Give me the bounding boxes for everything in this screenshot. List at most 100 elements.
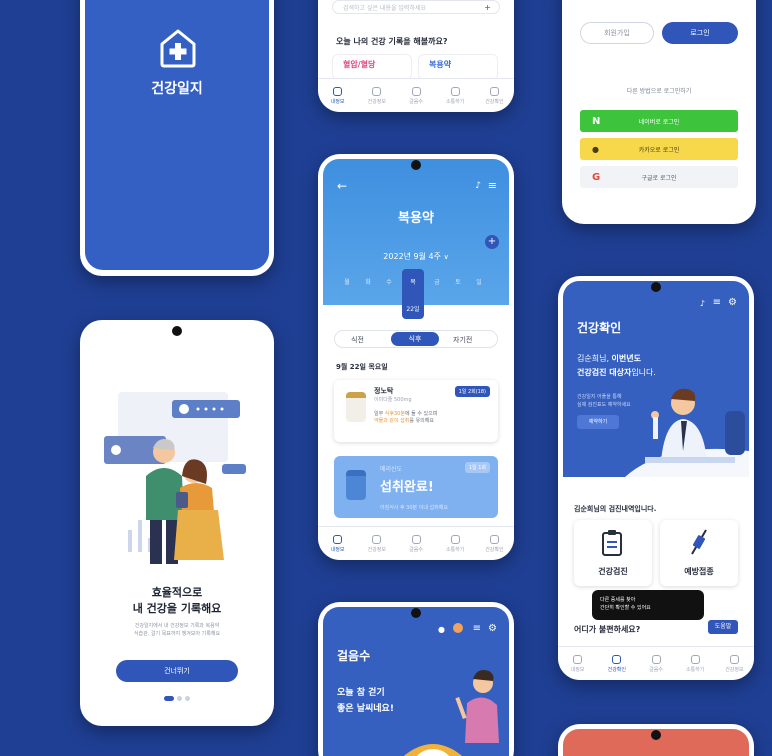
nav-label: 소통하기 bbox=[446, 98, 465, 105]
skip-button[interactable]: 건너뛰기 bbox=[116, 660, 238, 682]
nav-item-profile[interactable]: 내정보 bbox=[558, 647, 597, 680]
nav-item-steps[interactable]: 걸음수 bbox=[396, 527, 435, 560]
naver-login-button[interactable]: N 네이버로 로그인 bbox=[580, 110, 738, 132]
nav-item-health-info[interactable]: 건강정보 bbox=[357, 79, 396, 112]
shield-icon bbox=[612, 654, 622, 664]
search-plus-icon[interactable]: + bbox=[484, 3, 491, 12]
google-logo-icon: G bbox=[592, 171, 601, 183]
doctor-illustration bbox=[625, 388, 749, 477]
week-selector[interactable]: 2022년 9월 4주 ∨ bbox=[323, 251, 509, 262]
tab-bedtime[interactable]: 자기전 bbox=[453, 335, 472, 345]
location-pin-icon[interactable]: ● bbox=[438, 625, 445, 634]
avatar[interactable] bbox=[453, 623, 463, 633]
google-label: 구글로 로그인 bbox=[641, 174, 677, 182]
heart-icon bbox=[489, 86, 499, 96]
search-input[interactable]: 검색하고 싶은 내용을 입력하세요 + bbox=[332, 0, 500, 14]
nav-item-health-info[interactable]: 건강정보 bbox=[357, 527, 396, 560]
nav-item-steps[interactable]: 걸음수 bbox=[636, 647, 675, 680]
reserve-button[interactable]: 예약하기 bbox=[577, 415, 619, 429]
back-arrow-icon[interactable]: ← bbox=[337, 179, 347, 193]
tab-before-meal[interactable]: 식전 bbox=[351, 335, 364, 345]
chip-blood-pressure[interactable]: 혈압/혈당 bbox=[332, 54, 412, 80]
person-icon bbox=[333, 534, 343, 544]
gear-icon[interactable]: ⚙ bbox=[488, 623, 497, 634]
nav-item-community[interactable]: 소통하기 bbox=[676, 647, 715, 680]
nav-item-profile[interactable]: 내정보 bbox=[318, 79, 357, 112]
login-button[interactable]: 로그인 bbox=[662, 22, 738, 44]
partial-phone bbox=[558, 724, 754, 756]
med-name: 메리신도 bbox=[380, 466, 403, 473]
steps-title: 걸음수 bbox=[337, 649, 371, 663]
nav-label: 걸음수 bbox=[409, 98, 423, 105]
tab-after-meal[interactable]: 식후 bbox=[391, 332, 439, 346]
clipboard-icon bbox=[602, 530, 622, 556]
greeting-line2: 건강검진 대상자입니다. bbox=[577, 367, 656, 378]
person-icon bbox=[573, 654, 583, 664]
nav-item-checkup[interactable]: 건강확인 bbox=[475, 527, 514, 560]
menu-icon[interactable]: ≡ bbox=[713, 297, 721, 308]
card-vaccination[interactable]: 예방접종 bbox=[660, 520, 738, 586]
meal-tabs: 식전 식후 자기전 bbox=[334, 330, 498, 348]
dose-badge: 1일 2회(18) bbox=[454, 386, 490, 397]
shield-icon bbox=[372, 534, 382, 544]
chat-icon bbox=[690, 654, 700, 664]
tooltip-line: 다른 증세를 찾아 bbox=[600, 597, 636, 603]
add-icon[interactable]: + bbox=[485, 235, 499, 249]
page-dot bbox=[185, 696, 190, 701]
nav-item-checkup[interactable]: 건강확인 bbox=[475, 79, 514, 112]
nav-item-profile[interactable]: 내정보 bbox=[318, 527, 357, 560]
nav-item-health-info[interactable]: 건강정보 bbox=[715, 647, 754, 680]
menu-icon[interactable]: ≡ bbox=[473, 623, 481, 634]
day-wed[interactable]: 수 bbox=[381, 277, 397, 286]
shoe-icon bbox=[651, 654, 661, 664]
med-note: 아침식사 후 30분 이내 섭취해요 bbox=[380, 505, 448, 511]
nav-item-checkup[interactable]: 건강확인 bbox=[597, 647, 636, 680]
day-tue[interactable]: 화 bbox=[360, 277, 376, 286]
nav-item-community[interactable]: 소통하기 bbox=[436, 79, 475, 112]
bottom-nav: 내정보 건강확인 걸음수 소통하기 건강정보 bbox=[558, 646, 754, 680]
menu-icon[interactable]: ≡ bbox=[488, 179, 497, 192]
note-text: 일부 bbox=[374, 411, 385, 417]
day-thu-selected[interactable]: 목 22일 bbox=[402, 269, 424, 319]
syringe-icon bbox=[691, 529, 707, 555]
bell-icon[interactable]: ♪ bbox=[700, 299, 705, 308]
day-sun[interactable]: 일 bbox=[471, 277, 487, 286]
day-sat[interactable]: 토 bbox=[450, 277, 466, 286]
chevron-down-icon: ∨ bbox=[443, 253, 449, 261]
medication-card-completed[interactable]: 메리신도 1일 1회 섭취완료! 아침식사 후 30분 이내 섭취해요 bbox=[334, 456, 498, 518]
intro-title-line1: 효율적으로 bbox=[151, 586, 203, 599]
nav-label: 내정보 bbox=[330, 546, 345, 553]
intro-desc-line1: 건강일지에서 내 건강정보 기록과 복용약 bbox=[134, 623, 220, 629]
help-button[interactable]: 도움말 bbox=[708, 620, 738, 634]
page-dot-active bbox=[164, 696, 174, 701]
chat-icon bbox=[450, 86, 460, 96]
camera-notch bbox=[411, 160, 421, 170]
camera-notch bbox=[172, 326, 182, 336]
kakao-login-button[interactable]: ● 카카오로 로그인 bbox=[580, 138, 738, 160]
gear-icon[interactable]: ⚙ bbox=[728, 297, 737, 308]
intro-phone: 효율적으로 내 건강을 기록해요 건강일지에서 내 건강정보 기록과 복용약 식… bbox=[80, 320, 274, 726]
note-text: 에 둘 수 있으며 bbox=[404, 411, 438, 417]
medication-title: 복용약 bbox=[398, 211, 434, 226]
nav-label: 소통하기 bbox=[446, 546, 465, 553]
card-health-checkup[interactable]: 건강검진 bbox=[574, 520, 652, 586]
bell-icon[interactable]: ♪ bbox=[475, 181, 481, 191]
dose-badge: 1일 1회 bbox=[464, 462, 490, 473]
day-mon[interactable]: 월 bbox=[339, 277, 355, 286]
medication-card[interactable]: 정노탁 이미다졸 500mg 1일 2회(18) 일부 식후30분에 둘 수 있… bbox=[334, 380, 498, 442]
nav-item-steps[interactable]: 걸음수 bbox=[396, 79, 435, 112]
camera-notch bbox=[411, 608, 421, 618]
signup-button[interactable]: 회원가입 bbox=[580, 22, 654, 44]
day-fri[interactable]: 금 bbox=[429, 277, 445, 286]
nav-label: 건강정보 bbox=[725, 666, 744, 673]
greeting-bold: 이번년도 bbox=[611, 354, 641, 363]
medication-header: ← ♪ ≡ 복용약 + 2022년 9월 4주 ∨ 월 화 수 목 22일 금 … bbox=[323, 159, 509, 319]
nav-label: 건강확인 bbox=[485, 98, 504, 105]
note-highlight: 식후30분 bbox=[384, 411, 405, 417]
symptom-question: 어디가 불편하세요? bbox=[574, 625, 641, 634]
google-login-button[interactable]: G 구글로 로그인 bbox=[580, 166, 738, 188]
nav-item-community[interactable]: 소통하기 bbox=[436, 527, 475, 560]
tooltip-line: 간단히 확인할 수 있어요 bbox=[600, 605, 651, 611]
checkup-title: 건강확인 bbox=[577, 321, 622, 335]
chip-medication[interactable]: 복용약 bbox=[418, 54, 498, 80]
